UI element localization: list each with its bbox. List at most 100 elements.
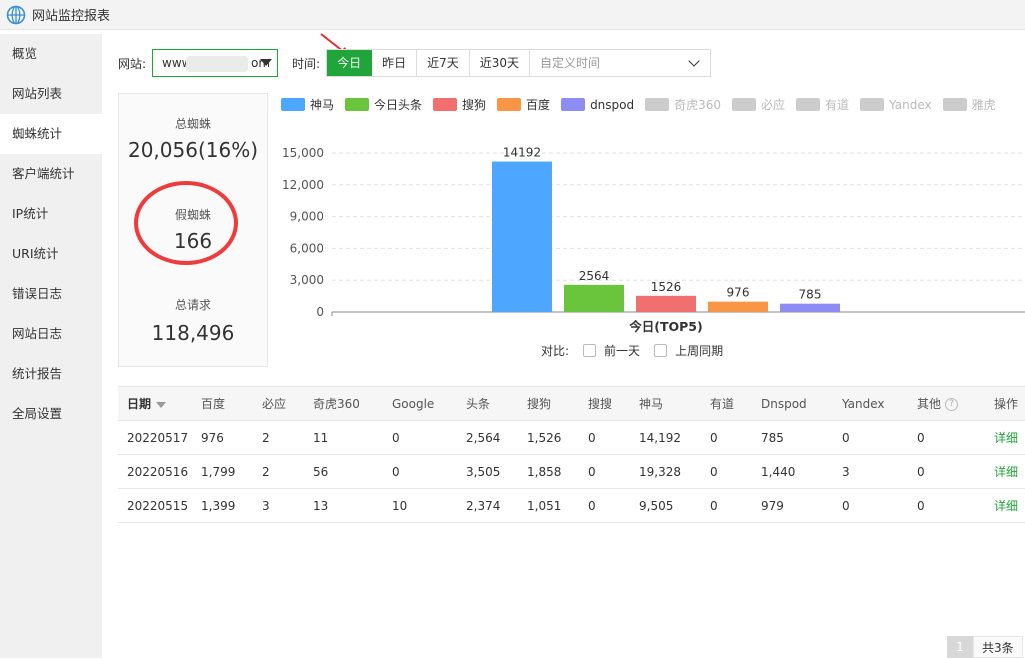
table-cell: 1,858 [518, 454, 579, 489]
header-label: 其他 [917, 397, 942, 411]
legend-item-6[interactable]: 必应 [732, 96, 785, 113]
red-circle-annotation [134, 181, 238, 265]
table-header-7: 搜搜 [579, 386, 630, 421]
sidebar-item-2[interactable]: 蜘蛛统计 [0, 114, 102, 154]
bar-dnspod [780, 303, 840, 312]
table-cell: 2,374 [457, 488, 518, 523]
sidebar-item-7[interactable]: 网站日志 [0, 314, 102, 354]
compare-option-label: 上周同期 [675, 344, 724, 358]
bar-百度 [708, 301, 768, 312]
table-cell: 20220517 [118, 420, 192, 455]
time-button-group: 今日 昨日 近7天 近30天 自定义时间 [326, 49, 712, 77]
time-button-0[interactable]: 今日 [327, 50, 373, 76]
table-header-5: 头条 [457, 386, 518, 421]
table-cell: 0 [579, 420, 630, 455]
legend-label: Yandex [889, 97, 932, 112]
site-select[interactable]: www om [152, 49, 279, 77]
table-cell: 3 [253, 488, 304, 523]
table-cell: 0 [833, 488, 908, 523]
header-label: 奇虎360 [313, 397, 360, 411]
sort-caret-icon[interactable] [156, 401, 167, 408]
sidebar-item-9[interactable]: 全局设置 [0, 394, 102, 434]
table-cell: 14,192 [630, 420, 701, 455]
time-button-3[interactable]: 近30天 [469, 50, 531, 76]
legend-item-0[interactable]: 神马 [281, 96, 334, 113]
legend-item-8[interactable]: Yandex [860, 98, 932, 112]
header-label: Yandex [842, 396, 885, 411]
title-bar: 网站监控报表 [0, 0, 1025, 30]
legend-swatch [796, 98, 821, 111]
table-cell: 0 [579, 454, 630, 489]
table-cell: 1,526 [518, 420, 579, 455]
legend-swatch [345, 98, 370, 111]
table-cell: 0 [833, 420, 908, 455]
sidebar-item-1[interactable]: 网站列表 [0, 74, 102, 114]
legend-swatch [860, 98, 885, 111]
compare-checkbox-0[interactable] [583, 344, 597, 357]
site-label: 网站: [118, 56, 147, 71]
table-cell: 0 [908, 488, 985, 523]
sidebar-item-3[interactable]: 客户端统计 [0, 154, 102, 194]
header-label: 搜搜 [588, 397, 613, 411]
header-label: 有道 [710, 397, 735, 411]
table-cell: 0 [383, 420, 457, 455]
table-cell: 976 [192, 420, 253, 455]
help-icon[interactable]: ? [945, 398, 959, 411]
legend-item-7[interactable]: 有道 [796, 96, 849, 113]
legend-item-2[interactable]: 搜狗 [433, 96, 486, 113]
time-button-2[interactable]: 近7天 [417, 50, 470, 76]
legend-item-4[interactable]: dnspod [561, 98, 634, 112]
legend-label: 搜狗 [462, 98, 487, 112]
table-header-11: Yandex [833, 386, 908, 421]
table-header-4: Google [383, 386, 457, 421]
bar-value-label: 14192 [503, 146, 541, 160]
caret-down-icon [260, 59, 273, 66]
page-button-1[interactable]: 1 [947, 636, 973, 658]
legend-item-3[interactable]: 百度 [497, 96, 550, 113]
sidebar: 概览 网站列表 蜘蛛统计 客户端统计 IP统计 URI统计 错误日志 网站日志 统计报告 全局设置 [0, 34, 102, 658]
y-tick-label: 6,000 [290, 241, 324, 255]
bar-value-label: 2564 [579, 269, 610, 283]
time-button-1[interactable]: 昨日 [372, 50, 418, 76]
legend-item-5[interactable]: 奇虎360 [645, 96, 721, 113]
table-cell: 20220516 [118, 454, 192, 489]
legend-swatch [732, 98, 757, 111]
header-label: 头条 [466, 397, 491, 411]
custom-time-select[interactable]: 自定义时间 [530, 50, 710, 76]
legend-item-9[interactable]: 雅虎 [942, 96, 996, 113]
legend-label: 今日头条 [374, 98, 423, 112]
table-cell: 3,505 [457, 454, 518, 489]
legend-swatch [433, 98, 458, 111]
redacted-mask [186, 56, 249, 72]
table-cell: 56 [304, 454, 383, 489]
filter-bar: 网站: www om 时间: 今日 昨日 近7天 近30天 自定义时间 [118, 49, 712, 77]
sidebar-item-5[interactable]: URI统计 [0, 234, 102, 274]
table-header-12: 其他? [908, 386, 985, 421]
table-cell: 2,564 [457, 420, 518, 455]
total-requests-label: 总请求 [174, 298, 211, 312]
table-cell: 785 [752, 420, 833, 455]
compare-checkbox-1[interactable] [654, 344, 668, 357]
table-header-1: 百度 [192, 386, 253, 421]
bar-神马 [492, 161, 552, 312]
table-cell: 10 [383, 488, 457, 523]
header-label: 必应 [262, 397, 287, 411]
detail-link[interactable]: 详细 [985, 488, 1025, 523]
sidebar-item-6[interactable]: 错误日志 [0, 274, 102, 314]
sidebar-item-8[interactable]: 统计报告 [0, 354, 102, 394]
table-cell: 0 [701, 454, 752, 489]
sidebar-item-4[interactable]: IP统计 [0, 194, 102, 234]
table-header-0[interactable]: 日期 [118, 386, 192, 421]
spider-bar-chart: 0 3,000 6,000 9,000 12,000 15,000 14192 2564 152… [282, 146, 1025, 334]
legend-label: 有道 [825, 98, 850, 112]
detail-link[interactable]: 详细 [985, 420, 1025, 455]
sidebar-item-0[interactable]: 概览 [0, 34, 102, 74]
table-header-13: 操作 [985, 386, 1025, 421]
legend-label: 神马 [310, 98, 335, 112]
detail-link[interactable]: 详细 [985, 454, 1025, 489]
y-tick-label: 9,000 [290, 210, 324, 224]
y-tick-label: 12,000 [282, 178, 324, 192]
time-label: 时间: [292, 56, 321, 71]
legend-item-1[interactable]: 今日头条 [345, 96, 422, 113]
legend-swatch [497, 98, 522, 111]
